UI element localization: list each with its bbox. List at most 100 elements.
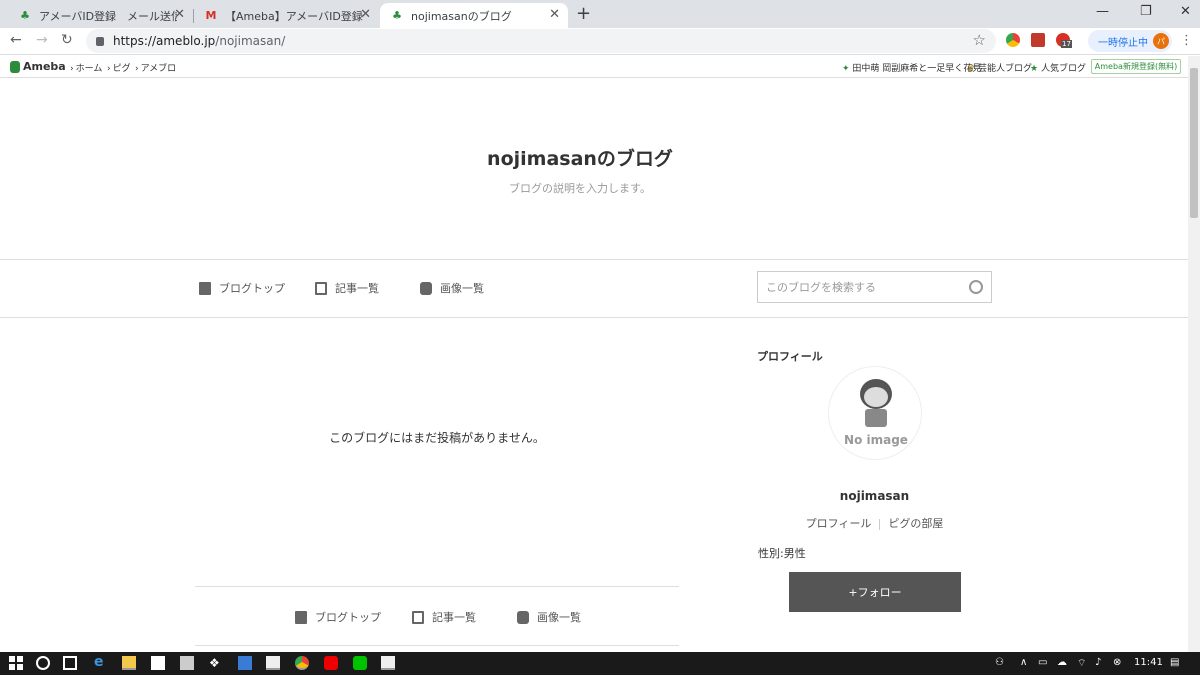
- profile-button[interactable]: 一時停止中 パ: [1088, 30, 1172, 52]
- address-bar[interactable]: https://ameblo.jp /nojimasan/ ☆: [86, 29, 996, 53]
- scrollbar[interactable]: [1188, 56, 1200, 652]
- bookmark-star-icon[interactable]: ☆: [973, 31, 986, 49]
- register-button[interactable]: Ameba新規登録(無料): [1091, 59, 1181, 74]
- avatar: パ: [1153, 33, 1169, 49]
- profile-avatar[interactable]: No image: [828, 366, 922, 460]
- forward-icon[interactable]: →: [36, 32, 48, 48]
- no-image-label: No image: [844, 433, 908, 447]
- close-icon[interactable]: ✕: [549, 7, 560, 22]
- nav-label: 画像一覧: [537, 611, 581, 624]
- edge-icon[interactable]: e: [94, 654, 108, 670]
- line-icon[interactable]: [353, 656, 367, 670]
- link-separator: [879, 518, 881, 530]
- trending-link[interactable]: ✦ 田中萌 岡副麻希と一足早く花見: [842, 61, 981, 74]
- amazon-icon[interactable]: [151, 656, 165, 670]
- extension-face-icon[interactable]: [1031, 33, 1045, 47]
- extension-badge: 17: [1061, 40, 1072, 48]
- crown-icon: ♛: [967, 64, 976, 74]
- tab-ameba-id[interactable]: ♣ アメーバID登録 メール送信完了 | Amb ✕: [8, 3, 193, 28]
- nav-link-pigg[interactable]: ピグ: [107, 61, 131, 74]
- url-path: /nojimasan/: [215, 34, 286, 48]
- profile-gender: 性別:男性: [758, 547, 806, 560]
- app-icon[interactable]: [238, 656, 252, 670]
- nav-label: 記事一覧: [432, 611, 476, 624]
- tab-title: アメーバID登録 メール送信完了 | Amb: [39, 9, 177, 23]
- youtube-icon[interactable]: [324, 656, 338, 670]
- more-menu-icon[interactable]: ⋮: [1180, 33, 1193, 48]
- blog-title[interactable]: nojimasanのブログ: [0, 144, 1160, 171]
- nav-image-list-bottom[interactable]: 画像一覧: [517, 609, 581, 625]
- nav-blog-top[interactable]: ブログトップ: [199, 280, 285, 296]
- back-icon[interactable]: ←: [10, 32, 22, 48]
- minimize-icon[interactable]: —: [1096, 4, 1109, 19]
- lock-icon: [96, 36, 104, 46]
- chrome-icon[interactable]: [295, 656, 309, 670]
- sparkle-icon: ✦: [842, 64, 850, 74]
- camera-icon: [517, 610, 529, 624]
- store-icon[interactable]: [180, 656, 194, 670]
- nav-label: 画像一覧: [440, 282, 484, 295]
- popular-blog-label: 人気ブログ: [1040, 64, 1086, 74]
- follow-button[interactable]: +フォロー: [789, 572, 961, 612]
- task-view-icon[interactable]: [63, 656, 77, 670]
- close-icon[interactable]: ✕: [360, 7, 371, 22]
- tab-title: 【Ameba】アメーバID登録のご案内 -: [225, 9, 363, 23]
- notification-x-icon[interactable]: ⊗: [1113, 657, 1121, 668]
- tray-expand-icon[interactable]: ∧: [1020, 657, 1027, 668]
- nav-article-list[interactable]: 記事一覧: [315, 280, 379, 296]
- avatar-body: [865, 409, 887, 427]
- reload-icon[interactable]: ↻: [61, 32, 73, 48]
- volume-icon[interactable]: ♪: [1095, 657, 1101, 668]
- tab-blog[interactable]: ♣ nojimasanのブログ ✕: [380, 3, 568, 28]
- close-icon[interactable]: ✕: [174, 7, 185, 22]
- file-explorer-icon[interactable]: [122, 656, 136, 670]
- trending-link-label: 田中萌 岡副麻希と一足早く花見: [852, 64, 982, 74]
- profile-link[interactable]: プロフィール: [806, 517, 872, 530]
- tab-strip: ♣ アメーバID登録 メール送信完了 | Amb ✕ M 【Ameba】アメーバ…: [0, 0, 1200, 28]
- celebrity-blog-link[interactable]: ♛ 芸能人ブログ: [967, 61, 1032, 74]
- divider: [195, 586, 679, 587]
- nav-label: ブログトップ: [315, 611, 381, 624]
- search-icon[interactable]: [969, 280, 983, 294]
- tab-gmail[interactable]: M 【Ameba】アメーバID登録のご案内 - ✕: [194, 3, 379, 28]
- nav-label: ブログトップ: [219, 282, 285, 295]
- action-center-icon[interactable]: ▤: [1170, 657, 1179, 668]
- profile-links: プロフィール ピグの部屋: [758, 515, 991, 531]
- popular-blog-link[interactable]: ★ 人気ブログ: [1030, 61, 1086, 74]
- maximize-icon[interactable]: ❐: [1140, 4, 1152, 19]
- window-close-icon[interactable]: ✕: [1180, 4, 1191, 19]
- nav-article-list-bottom[interactable]: 記事一覧: [412, 609, 476, 625]
- nav-blog-top-bottom[interactable]: ブログトップ: [295, 609, 381, 625]
- ameba-logo[interactable]: Ameba: [10, 60, 66, 73]
- blog-search-input[interactable]: このブログを検索する: [757, 271, 992, 303]
- mail-icon[interactable]: [266, 656, 280, 670]
- new-tab-button[interactable]: +: [576, 3, 591, 24]
- pigg-room-link[interactable]: ピグの部屋: [888, 517, 943, 530]
- document-icon: [199, 281, 211, 295]
- tab-title: nojimasanのブログ: [411, 9, 512, 23]
- nav-image-list[interactable]: 画像一覧: [420, 280, 484, 296]
- battery-icon[interactable]: ▭: [1038, 657, 1047, 668]
- divider: [0, 259, 1188, 260]
- cortana-icon[interactable]: [36, 656, 50, 670]
- nav-link-ameblo[interactable]: アメブロ: [135, 61, 177, 74]
- wifi-icon[interactable]: ⌔: [1077, 657, 1086, 670]
- photos-icon[interactable]: [381, 656, 395, 670]
- camera-icon: [420, 281, 432, 295]
- dropbox-icon[interactable]: ❖: [209, 656, 223, 670]
- onedrive-icon[interactable]: ☁: [1057, 657, 1067, 668]
- extension-alert-icon[interactable]: 17: [1056, 33, 1072, 48]
- profile-name[interactable]: nojimasan: [758, 489, 991, 503]
- clock[interactable]: 11:41: [1134, 657, 1163, 668]
- nav-link-home[interactable]: ホーム: [70, 61, 103, 74]
- profile-heading: プロフィール: [757, 350, 823, 363]
- url-host: https://ameblo.jp: [113, 34, 216, 48]
- avatar-face: [864, 387, 888, 407]
- extension-chart-icon[interactable]: [1006, 33, 1020, 47]
- taskbar: e ❖ ⚇ ∧ ▭ ☁ ⌔ ♪ ⊗ 11:41 ▤: [0, 652, 1200, 675]
- ameba-global-header: Ameba ホーム ピグ アメブロ ✦ 田中萌 岡副麻希と一足早く花見 ♛ 芸能…: [0, 56, 1188, 78]
- scrollbar-thumb[interactable]: [1190, 68, 1198, 218]
- people-icon[interactable]: ⚇: [995, 657, 1004, 668]
- logo-text: Ameba: [23, 60, 66, 73]
- windows-start-icon[interactable]: [9, 656, 23, 670]
